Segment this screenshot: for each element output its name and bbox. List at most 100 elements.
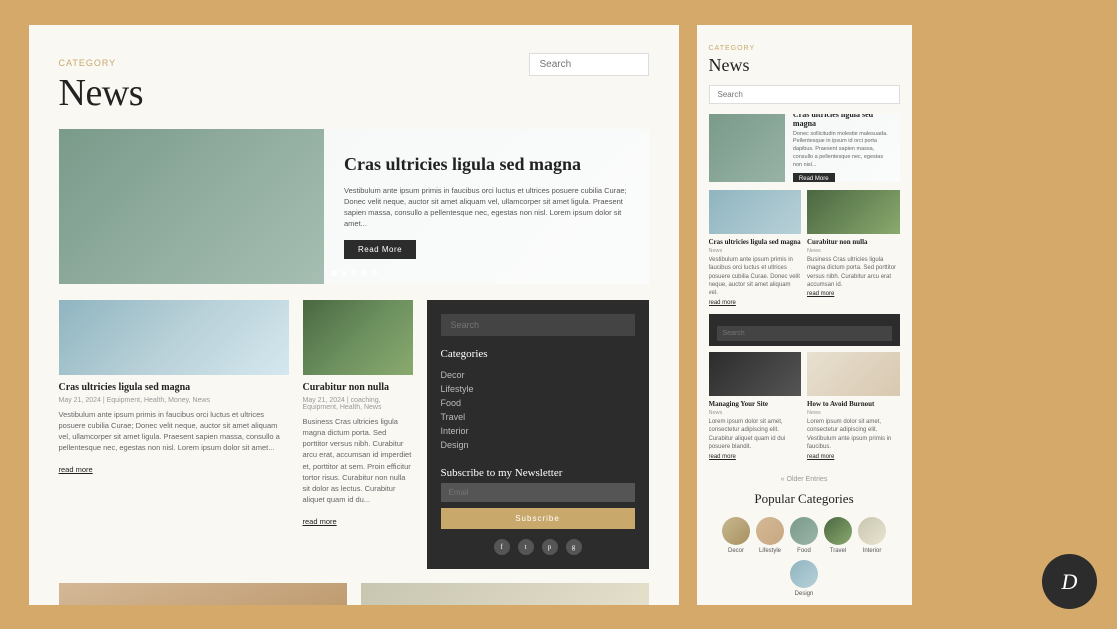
popular-cat-3-label: Food	[797, 548, 811, 554]
cat-travel[interactable]: Travel	[441, 410, 635, 424]
right-article-2-text: Business Cras ultricies ligula magna dic…	[807, 256, 900, 290]
dot-4[interactable]	[361, 270, 367, 276]
article-card-2: Curabitur non nulla May 21, 2024 | coach…	[303, 300, 413, 569]
cat-food[interactable]: Food	[441, 396, 635, 410]
popular-categories-grid: Decor Lifestyle Food Travel	[709, 517, 900, 597]
popular-cat-6-image	[790, 560, 818, 588]
email-input[interactable]	[441, 483, 635, 502]
right-bottom-section: « Older Entries Popular Categories Decor…	[697, 468, 912, 605]
dot-1[interactable]	[331, 270, 337, 276]
popular-cat-1-image	[722, 517, 750, 545]
slider-dots	[331, 270, 377, 276]
popular-cat-4-label: Travel	[830, 548, 846, 554]
categories-title: Categories	[441, 348, 635, 360]
google-icon[interactable]: g	[566, 539, 582, 555]
right-sidebar-box: Categories Decor Lifestyle Food Travel I…	[709, 314, 900, 346]
dot-3[interactable]	[351, 270, 357, 276]
sidebar-panel: Categories Decor Lifestyle Food Travel I…	[427, 300, 649, 569]
right-article-6-image	[807, 352, 900, 396]
right-article-1-text: Vestibulum ante ipsum primis in faucibus…	[709, 256, 802, 298]
right-article-6: How to Avoid Burnout News Lorem ipsum do…	[807, 352, 900, 460]
bottom-articles: Cras ultricies ligula sed magna Integer …	[59, 583, 649, 605]
search-bar-container[interactable]	[529, 53, 649, 76]
popular-cat-2[interactable]: Lifestyle	[756, 517, 784, 554]
article-2-title: Curabitur non nulla	[303, 382, 413, 393]
bottom-card-2-image	[361, 583, 649, 605]
right-article-5-read-more[interactable]: read more	[709, 454, 802, 460]
popular-cat-2-label: Lifestyle	[759, 548, 781, 554]
popular-cat-6[interactable]: Design	[790, 560, 818, 597]
older-entries-link[interactable]: « Older Entries	[709, 476, 900, 483]
facebook-icon[interactable]: f	[494, 539, 510, 555]
left-sidebar-dark: Categories Decor Lifestyle Food Travel I…	[427, 300, 649, 569]
right-article-5-meta: News	[709, 410, 802, 416]
pinterest-icon[interactable]: p	[542, 539, 558, 555]
article-2-meta: May 21, 2024 | coaching, Equipment, Heal…	[303, 397, 413, 411]
hero-title: Cras ultricies ligula sed magna	[344, 153, 629, 176]
right-article-2-meta: News	[807, 248, 900, 254]
right-articles-row-1: Cras ultricies ligula sed magna News Ves…	[709, 190, 900, 306]
bottom-card-2: Integer euismod lacus luctus	[361, 583, 649, 605]
article-2-image	[303, 300, 413, 375]
articles-section: Cras ultricies ligula sed magna May 21, …	[59, 300, 649, 569]
sidebar-search-input[interactable]	[441, 314, 635, 336]
right-hero-title: Cras ultricies ligula sed magna	[793, 114, 892, 128]
popular-cat-2-image	[756, 517, 784, 545]
right-articles-row-3: Managing Your Site News Lorem ipsum dolo…	[709, 352, 900, 460]
right-article-1-title: Cras ultricies ligula sed magna	[709, 238, 802, 246]
right-article-5: Managing Your Site News Lorem ipsum dolo…	[709, 352, 802, 460]
popular-cat-5[interactable]: Interior	[858, 517, 886, 554]
cat-lifestyle[interactable]: Lifestyle	[441, 382, 635, 396]
right-page-title: News	[709, 55, 900, 76]
right-middle-section: Cras ultricies ligula sed magna News Ves…	[697, 190, 912, 346]
right-article-2-read-more[interactable]: read more	[807, 291, 900, 297]
right-sidebar-search[interactable]	[717, 326, 892, 341]
twitter-icon[interactable]: t	[518, 539, 534, 555]
bottom-card-1: Cras ultricies ligula sed magna	[59, 583, 347, 605]
right-hero-read-more-button[interactable]: Read More	[793, 173, 835, 181]
divi-logo: D	[1042, 554, 1097, 609]
popular-cat-3-image	[790, 517, 818, 545]
right-category-label: Category	[709, 45, 756, 52]
cat-design[interactable]: Design	[441, 438, 635, 452]
dot-5[interactable]	[371, 270, 377, 276]
right-top-section: Category News Cras ultricies ligula sed …	[697, 25, 912, 190]
cat-decor[interactable]: Decor	[441, 368, 635, 382]
dot-2[interactable]	[341, 270, 347, 276]
social-icons: f t p g	[441, 539, 635, 555]
right-panel: Category News Cras ultricies ligula sed …	[697, 25, 912, 605]
right-article-2-title: Curabitur non nulla	[807, 238, 900, 246]
hero-slider: Cras ultricies ligula sed magna Vestibul…	[59, 129, 649, 284]
divi-letter: D	[1062, 569, 1078, 595]
popular-cat-6-label: Design	[795, 591, 814, 597]
popular-cat-4-image	[824, 517, 852, 545]
right-article-1-image	[709, 190, 802, 234]
search-input[interactable]	[529, 53, 649, 76]
right-article-1-meta: News	[709, 248, 802, 254]
popular-cat-4[interactable]: Travel	[824, 517, 852, 554]
hero-read-more-button[interactable]: Read More	[344, 240, 416, 259]
article-1-meta: May 21, 2024 | Equipment, Health, Money,…	[59, 397, 289, 404]
right-article-6-read-more[interactable]: read more	[807, 454, 900, 460]
right-article-6-text: Lorem ipsum dolor sit amet, consectetur …	[807, 418, 900, 452]
right-hero-text: Donec sollicitudin molestie malesuada. P…	[793, 131, 892, 169]
popular-cat-1[interactable]: Decor	[722, 517, 750, 554]
article-1-read-more[interactable]: read more	[59, 465, 93, 474]
article-card-1: Cras ultricies ligula sed magna May 21, …	[59, 300, 289, 569]
article-2-read-more[interactable]: read more	[303, 517, 337, 526]
right-article-5-title: Managing Your Site	[709, 400, 802, 408]
right-article-1-read-more[interactable]: read more	[709, 300, 802, 306]
right-article-2: Curabitur non nulla News Business Cras u…	[807, 190, 900, 306]
right-search-input[interactable]	[709, 85, 900, 104]
hero-overlay: Cras ultricies ligula sed magna Vestibul…	[324, 129, 649, 284]
article-1-title: Cras ultricies ligula sed magna	[59, 382, 289, 393]
subscribe-button[interactable]: Subscribe	[441, 508, 635, 529]
article-1-text: Vestibulum ante ipsum primis in faucibus…	[59, 409, 289, 454]
right-article-2-image	[807, 190, 900, 234]
left-panel: Category News Cras ultricies ligula sed …	[29, 25, 679, 605]
right-article-1: Cras ultricies ligula sed magna News Ves…	[709, 190, 802, 306]
category-label: Category	[59, 58, 117, 68]
cat-interior[interactable]: Interior	[441, 424, 635, 438]
popular-cat-3[interactable]: Food	[790, 517, 818, 554]
bottom-card-1-image	[59, 583, 347, 605]
